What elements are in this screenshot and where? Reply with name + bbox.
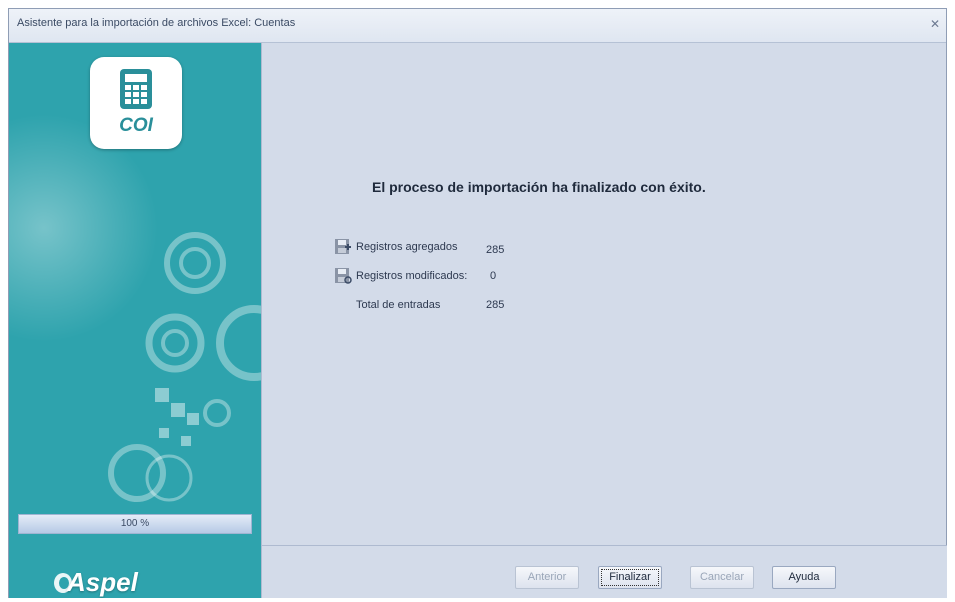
result-heading: El proceso de importación ha finalizado … [372,179,706,195]
calculator-icon [120,69,152,109]
row-label: Registros agregados [356,241,458,253]
cancel-button[interactable]: Cancelar [690,566,754,589]
coi-logo: COI [90,57,182,149]
close-icon[interactable]: ✕ [930,17,940,31]
save-add-icon [335,239,351,254]
progress-text: 100 % [120,518,150,529]
window-title: Asistente para la importación de archivo… [17,17,296,29]
help-button[interactable]: Ayuda [772,566,836,589]
progress-bar: 100 % [18,514,252,534]
import-wizard-window: Asistente para la importación de archivo… [8,8,947,598]
row-value: 0 [490,270,497,282]
wizard-sidebar: COI 100 % Aspel [9,43,261,598]
save-edit-icon [335,268,352,284]
back-button[interactable]: Anterior [515,566,579,589]
row-label: Registros modificados: [356,270,468,282]
title-bar: Asistente para la importación de archivo… [9,9,946,43]
wizard-content: El proceso de importación ha finalizado … [261,43,947,545]
logo-label: COI [119,115,153,136]
row-label: Total de entradas [356,299,441,311]
row-value: 285 [486,299,505,311]
finish-button[interactable]: Finalizar [598,566,662,589]
wizard-footer: Anterior Finalizar Cancelar Ayuda [261,545,947,598]
brand-name: Aspel [67,567,138,597]
row-value: 285 [486,244,505,256]
